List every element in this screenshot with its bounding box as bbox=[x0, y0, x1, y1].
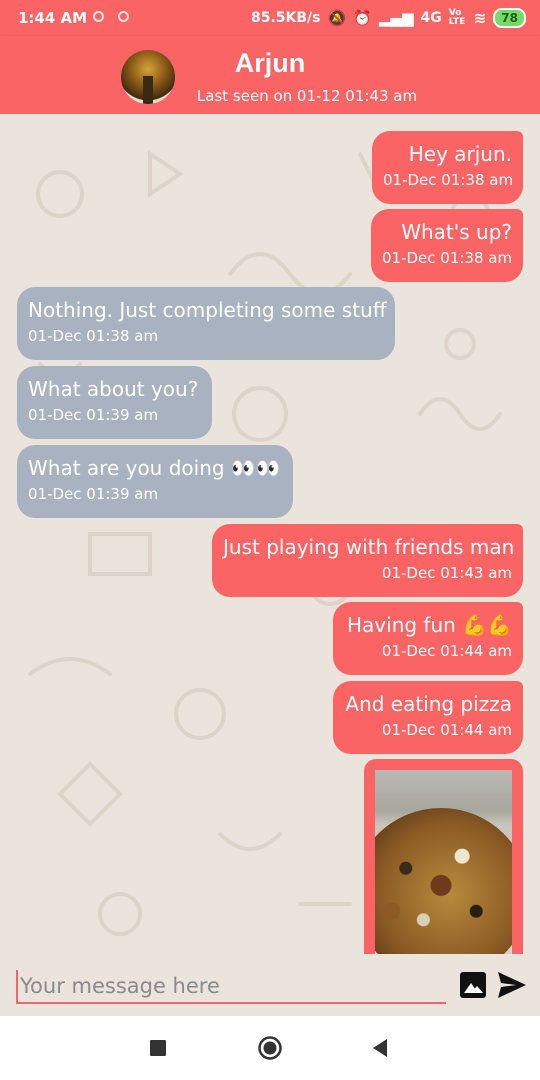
volte-indicator: Vo LTE bbox=[448, 8, 466, 27]
message-time: 01-Dec 01:43 am bbox=[381, 564, 512, 582]
message-time: 01-Dec 01:38 am bbox=[382, 249, 513, 267]
pizza-photo[interactable] bbox=[375, 770, 512, 954]
message-time: 01-Dec 01:44 am bbox=[381, 721, 512, 739]
message-time: 01-Dec 01:39 am bbox=[28, 485, 159, 503]
message-composer bbox=[0, 954, 540, 1016]
message-time: 01-Dec 01:44 am bbox=[381, 642, 512, 660]
last-seen-status: Last seen on 01-12 01:43 am bbox=[196, 87, 418, 105]
notification-dot-icon bbox=[93, 11, 104, 22]
message-text: Having fun 💪💪 bbox=[347, 613, 512, 637]
message-bubble-sent[interactable]: And eating pizza 01-Dec 01:44 am bbox=[333, 681, 523, 754]
network-type: 4G bbox=[420, 10, 442, 26]
recents-square-icon[interactable] bbox=[149, 1036, 167, 1060]
image-message-bubble[interactable] bbox=[364, 759, 523, 954]
notification-dot-icon bbox=[118, 11, 129, 22]
message-time: 01-Dec 01:38 am bbox=[383, 171, 514, 189]
contact-name[interactable]: Arjun bbox=[0, 48, 540, 79]
home-circle-icon[interactable] bbox=[257, 1036, 283, 1060]
message-text: Just playing with friends man bbox=[223, 535, 515, 559]
message-text: And eating pizza bbox=[345, 692, 512, 716]
message-bubble-sent[interactable]: What's up? 01-Dec 01:38 am bbox=[371, 209, 523, 282]
wifi-icon: ≋ bbox=[473, 9, 487, 27]
chat-header: Arjun Last seen on 01-12 01:43 am bbox=[0, 36, 540, 114]
status-bar: 1:44 AM 85.5KB/s 🔕 ⏰ ▂▄▆ 4G Vo LTE ≋ 78 bbox=[0, 0, 540, 36]
image-icon[interactable] bbox=[460, 972, 486, 998]
silent-bell-icon: 🔕 bbox=[327, 9, 347, 27]
signal-icon: ▂▄▆ bbox=[378, 9, 414, 27]
message-bubble-sent[interactable]: Having fun 💪💪 01-Dec 01:44 am bbox=[333, 602, 523, 675]
status-indicators: 85.5KB/s 🔕 ⏰ ▂▄▆ 4G Vo LTE ≋ 78 bbox=[251, 8, 526, 28]
message-bubble-received[interactable]: What are you doing 👀👀 01-Dec 01:39 am bbox=[17, 445, 293, 518]
message-text: Hey arjun. bbox=[408, 142, 512, 166]
pizza-image bbox=[375, 808, 512, 954]
network-speed: 85.5KB/s bbox=[250, 10, 321, 26]
message-text: What about you? bbox=[28, 377, 199, 401]
status-time: 1:44 AM bbox=[18, 9, 88, 27]
chat-messages-area[interactable]: Hey arjun. 01-Dec 01:38 am What's up? 01… bbox=[0, 114, 540, 954]
send-icon[interactable] bbox=[496, 970, 528, 1000]
back-triangle-icon[interactable] bbox=[370, 1036, 390, 1060]
battery-indicator: 78 bbox=[493, 8, 526, 28]
message-time: 01-Dec 01:38 am bbox=[28, 327, 159, 345]
message-time: 01-Dec 01:39 am bbox=[28, 406, 159, 424]
system-navigation-bar bbox=[0, 1016, 540, 1080]
alarm-icon: ⏰ bbox=[353, 9, 372, 27]
message-bubble-received[interactable]: What about you? 01-Dec 01:39 am bbox=[17, 366, 212, 439]
message-text: What are you doing 👀👀 bbox=[28, 456, 281, 480]
message-input[interactable] bbox=[16, 970, 446, 1004]
message-bubble-sent[interactable]: Just playing with friends man 01-Dec 01:… bbox=[212, 524, 523, 597]
message-bubble-sent[interactable]: Hey arjun. 01-Dec 01:38 am bbox=[372, 131, 523, 204]
message-bubble-received[interactable]: Nothing. Just completing some stuff 01-D… bbox=[17, 287, 395, 360]
message-text: What's up? bbox=[401, 220, 512, 244]
message-text: Nothing. Just completing some stuff bbox=[28, 298, 387, 322]
